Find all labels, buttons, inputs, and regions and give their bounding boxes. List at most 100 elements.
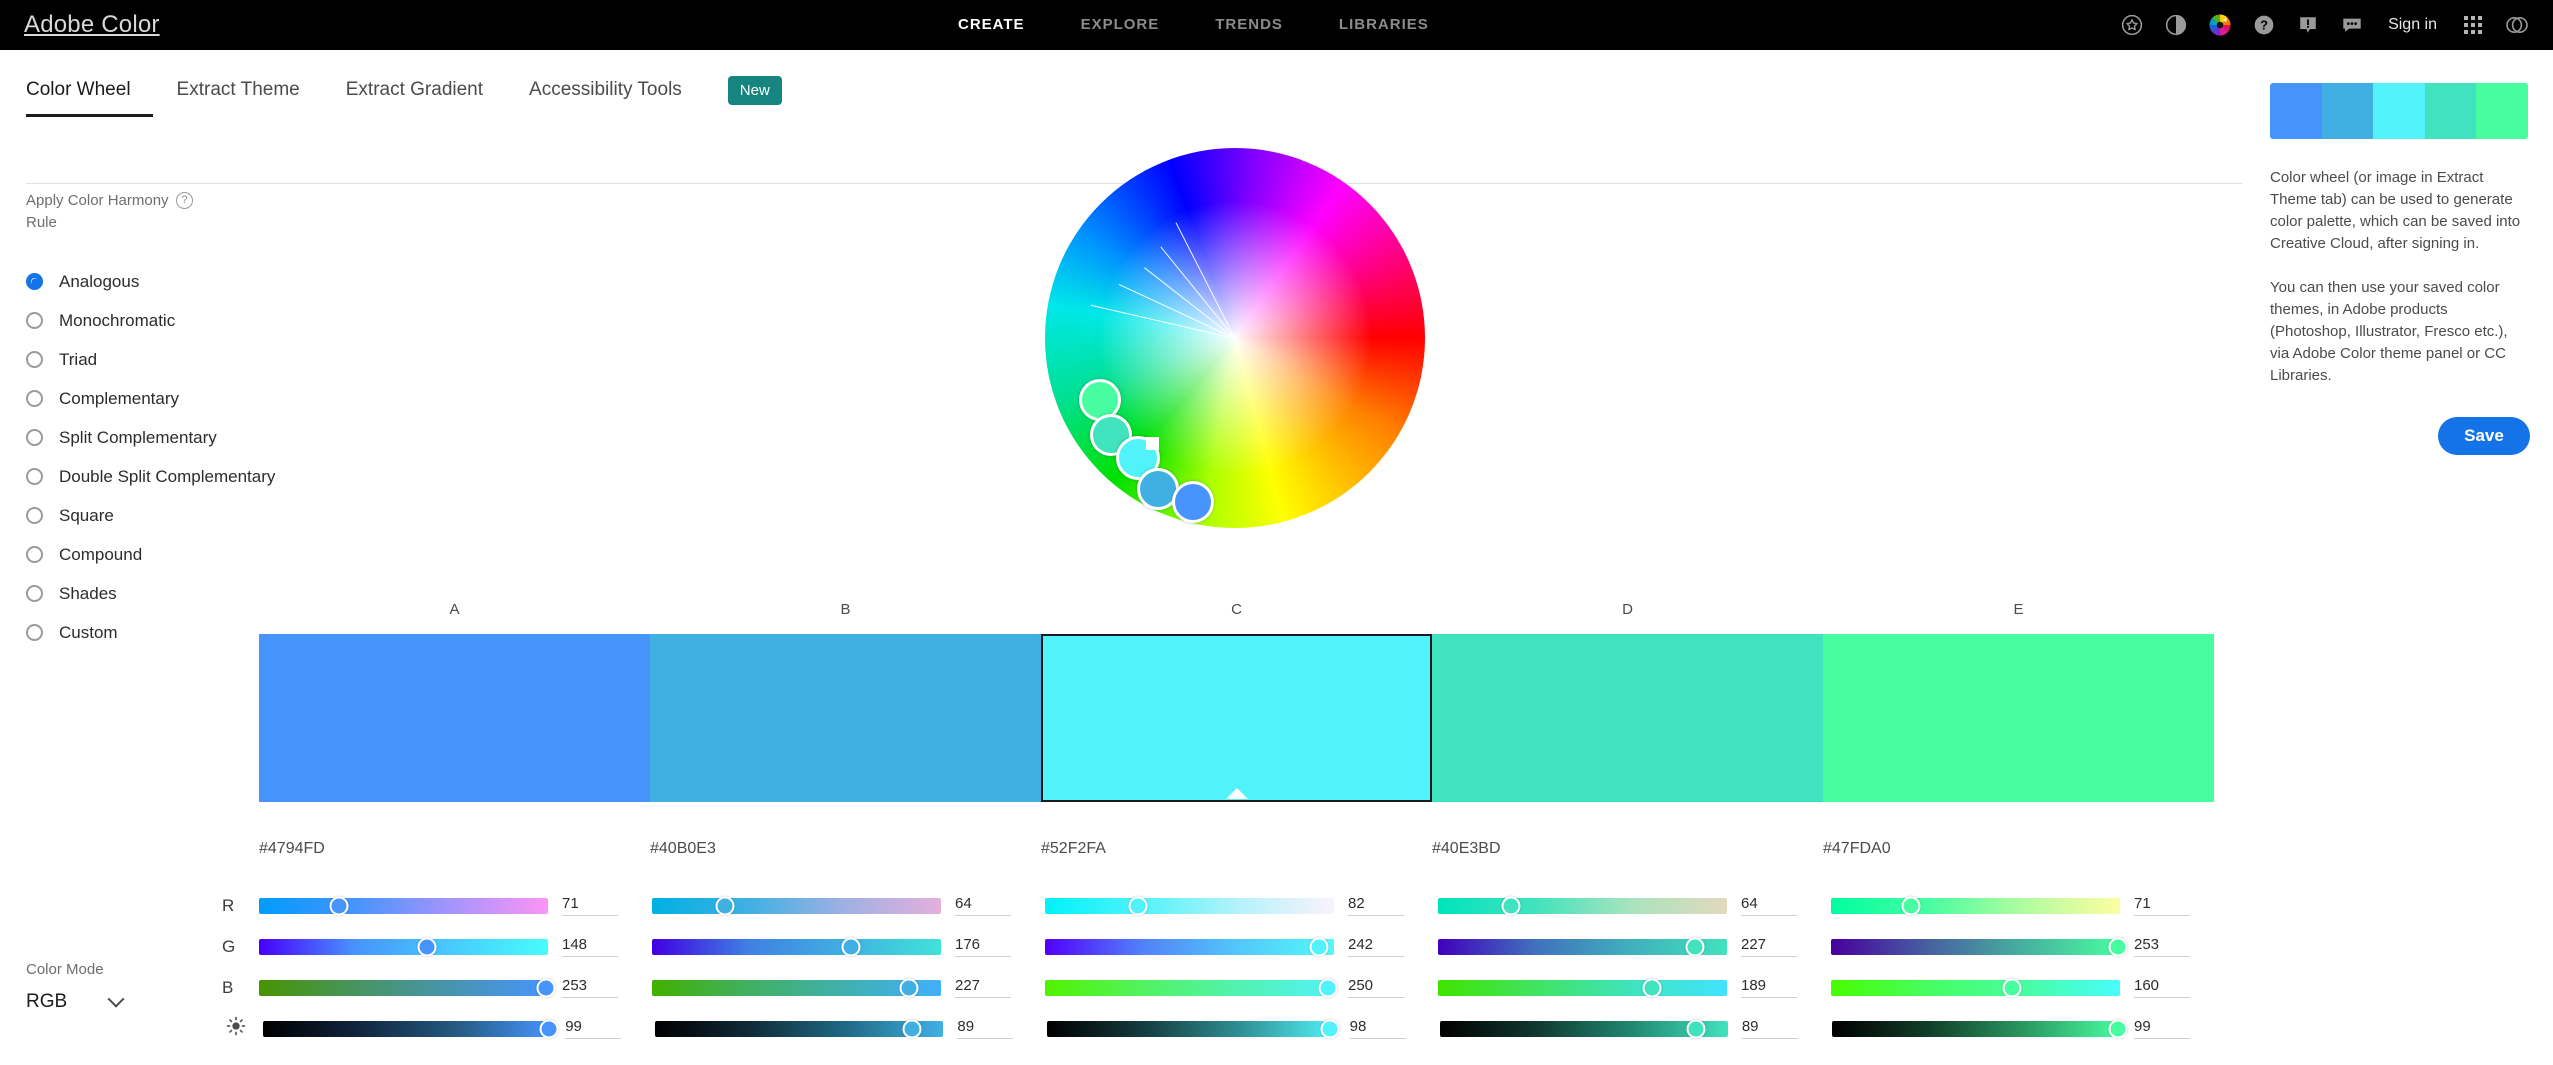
slider-knob[interactable] <box>536 978 556 997</box>
slider-value-e-r[interactable]: 71 <box>2134 895 2190 916</box>
adobe-color-logo[interactable]: Adobe Color <box>24 0 160 50</box>
slider-track[interactable] <box>1438 937 1727 956</box>
color-wheel-widget[interactable] <box>1045 148 1425 528</box>
slider-track[interactable] <box>655 1019 944 1038</box>
slider-knob[interactable] <box>1642 978 1662 997</box>
slider-track[interactable] <box>1439 1019 1728 1038</box>
hex-input-b[interactable]: #40B0E3 <box>650 840 1041 858</box>
radio-icon[interactable] <box>26 546 43 563</box>
slider-value-a-b[interactable]: 253 <box>562 977 618 998</box>
slider-value-a-brightness[interactable]: 99 <box>565 1018 622 1039</box>
radio-icon[interactable] <box>26 312 43 329</box>
swatch-b[interactable] <box>650 634 1041 802</box>
slider-track[interactable] <box>1045 978 1338 997</box>
slider-knob[interactable] <box>1686 1019 1706 1038</box>
slider-knob[interactable] <box>417 937 437 956</box>
rule-monochromatic[interactable]: Monochromatic <box>26 301 326 340</box>
help-circle-icon[interactable]: ? <box>176 192 193 209</box>
wheel-marker-e[interactable] <box>1172 481 1214 523</box>
slider-track[interactable] <box>1045 937 1334 956</box>
slider-track[interactable] <box>259 896 548 915</box>
slider-value-a-r[interactable]: 71 <box>562 895 618 916</box>
slider-value-d-r[interactable]: 64 <box>1741 895 1797 916</box>
tab-color-wheel[interactable]: Color Wheel <box>26 79 153 117</box>
tab-extract-gradient[interactable]: Extract Gradient <box>346 79 505 117</box>
swatch-c[interactable] <box>1041 634 1432 802</box>
slider-value-c-brightness[interactable]: 98 <box>1349 1018 1406 1039</box>
swatch-e[interactable] <box>1823 634 2214 802</box>
rule-square[interactable]: Square <box>26 496 326 535</box>
slider-knob[interactable] <box>539 1019 559 1038</box>
rule-analogous[interactable]: Analogous <box>26 262 326 301</box>
slider-track[interactable] <box>263 1019 559 1038</box>
contrast-toggle-icon[interactable] <box>2154 0 2198 50</box>
slider-track[interactable] <box>259 937 548 956</box>
slider-knob[interactable] <box>329 896 349 915</box>
swatch-d[interactable] <box>1432 634 1823 802</box>
slider-value-b-brightness[interactable]: 89 <box>957 1018 1014 1039</box>
slider-knob[interactable] <box>902 1019 922 1038</box>
slider-knob[interactable] <box>899 978 919 997</box>
slider-value-c-r[interactable]: 82 <box>1348 895 1404 916</box>
radio-icon[interactable] <box>26 585 43 602</box>
slider-track[interactable] <box>1438 978 1727 997</box>
rule-compound[interactable]: Compound <box>26 535 326 574</box>
app-grid-icon[interactable] <box>2451 0 2495 50</box>
chevron-down-icon[interactable] <box>107 990 125 1008</box>
radio-icon[interactable] <box>26 351 43 368</box>
slider-knob[interactable] <box>1501 896 1521 915</box>
slider-value-d-brightness[interactable]: 89 <box>1741 1018 1798 1039</box>
sign-in-link[interactable]: Sign in <box>2374 0 2451 50</box>
hex-input-a[interactable]: #4794FD <box>259 840 650 858</box>
slider-knob[interactable] <box>1685 937 1705 956</box>
slider-value-b-r[interactable]: 64 <box>955 895 1011 916</box>
slider-value-d-b[interactable]: 189 <box>1741 977 1797 998</box>
slider-value-c-g[interactable]: 242 <box>1348 936 1404 957</box>
slider-knob[interactable] <box>715 896 735 915</box>
tab-extract-theme[interactable]: Extract Theme <box>177 79 322 117</box>
slider-track[interactable] <box>652 896 941 915</box>
slider-knob[interactable] <box>1318 978 1338 997</box>
slider-value-b-b[interactable]: 227 <box>955 977 1011 998</box>
nav-explore[interactable]: EXPLORE <box>1053 0 1188 50</box>
slider-knob[interactable] <box>2108 1019 2128 1038</box>
slider-knob[interactable] <box>841 937 861 956</box>
slider-value-c-b[interactable]: 250 <box>1348 977 1404 998</box>
slider-track[interactable] <box>1831 937 2128 956</box>
radio-icon[interactable] <box>26 273 43 290</box>
slider-track[interactable] <box>1045 896 1334 915</box>
creative-cloud-icon[interactable] <box>2495 0 2539 50</box>
radio-icon[interactable] <box>26 390 43 407</box>
swatch-a[interactable] <box>259 634 650 802</box>
slider-value-e-brightness[interactable]: 99 <box>2134 1018 2191 1039</box>
hex-input-c[interactable]: #52F2FA <box>1041 840 1432 858</box>
slider-knob[interactable] <box>1901 896 1921 915</box>
slider-knob[interactable] <box>1128 896 1148 915</box>
slider-knob[interactable] <box>1320 1019 1340 1038</box>
slider-knob[interactable] <box>2108 937 2128 956</box>
hex-input-d[interactable]: #40E3BD <box>1432 840 1823 858</box>
help-icon[interactable]: ? <box>2242 0 2286 50</box>
feedback-chat-icon[interactable] <box>2330 0 2374 50</box>
slider-knob[interactable] <box>1309 937 1329 956</box>
star-circle-icon[interactable] <box>2110 0 2154 50</box>
radio-icon[interactable] <box>26 507 43 524</box>
slider-track[interactable] <box>1831 1019 2128 1038</box>
slider-value-b-g[interactable]: 176 <box>955 936 1011 957</box>
nav-libraries[interactable]: LIBRARIES <box>1311 0 1457 50</box>
save-button[interactable]: Save <box>2438 417 2530 455</box>
radio-icon[interactable] <box>26 468 43 485</box>
nav-trends[interactable]: TRENDS <box>1187 0 1311 50</box>
slider-track[interactable] <box>1047 1019 1340 1038</box>
slider-track[interactable] <box>652 978 941 997</box>
slider-track[interactable] <box>259 978 556 997</box>
rule-double-split-complementary[interactable]: Double Split Complementary <box>26 457 326 496</box>
hex-input-e[interactable]: #47FDA0 <box>1823 840 2214 858</box>
nav-create[interactable]: CREATE <box>930 0 1053 50</box>
slider-value-e-b[interactable]: 160 <box>2134 977 2190 998</box>
slider-track[interactable] <box>1831 896 2120 915</box>
slider-track[interactable] <box>1438 896 1727 915</box>
rule-triad[interactable]: Triad <box>26 340 326 379</box>
rule-split-complementary[interactable]: Split Complementary <box>26 418 326 457</box>
tab-accessibility-tools[interactable]: Accessibility Tools <box>529 79 704 117</box>
